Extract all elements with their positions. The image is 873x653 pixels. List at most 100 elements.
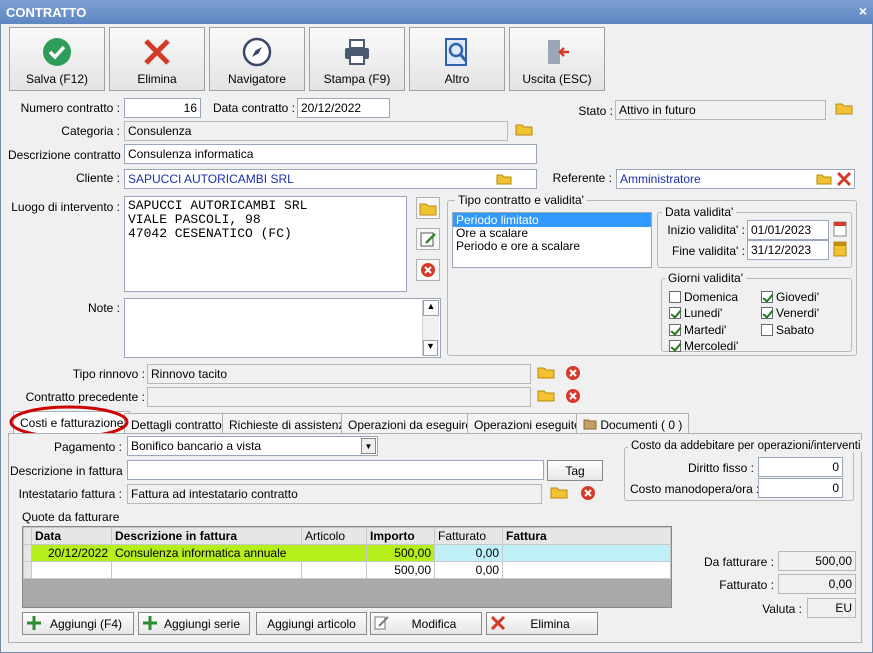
navigator-button[interactable]: Navigatore	[209, 27, 305, 91]
cliente-input[interactable]: SAPUCCI AUTORICAMBI SRL	[124, 169, 537, 189]
row-indicator	[23, 561, 32, 579]
tipo-contratto-list[interactable]: Periodo limitato Ore a scalare Periodo e…	[452, 212, 652, 268]
add-series-button[interactable]: Aggiungi serie	[138, 612, 250, 635]
x-icon	[144, 39, 170, 65]
referente-clear-button[interactable]	[836, 171, 852, 190]
inizio-input[interactable]: 01/01/2023	[747, 220, 829, 240]
manodopera-input[interactable]: 0	[758, 478, 843, 498]
desc-fattura-input[interactable]	[127, 460, 544, 480]
contratto-prec-clear-button[interactable]	[563, 386, 585, 406]
add-article-button[interactable]: Aggiungi articolo	[256, 612, 367, 635]
checkbox-lunedi[interactable]: Lunedi'	[669, 306, 722, 320]
note-textarea[interactable]: ▲ ▼	[124, 298, 441, 358]
checkbox-mercoledi[interactable]: Mercoledi'	[669, 339, 738, 353]
checkbox-venerdi[interactable]: Venerdi'	[761, 306, 819, 320]
print-button[interactable]: Stampa (F9)	[309, 27, 405, 91]
edit-button[interactable]: Modifica	[370, 612, 482, 635]
desc-fattura-label: Descrizione in fattura	[10, 464, 123, 478]
delete-row-button[interactable]: Elimina	[486, 612, 598, 635]
delete-button[interactable]: Elimina	[109, 27, 205, 91]
checkbox-checked-icon	[761, 307, 773, 319]
tab-richieste-assistenza[interactable]: Richieste di assistenza	[222, 413, 359, 434]
data-contratto-input[interactable]: 20/12/2022	[297, 98, 390, 118]
descrizione-input[interactable]: Consulenza informatica	[124, 144, 537, 164]
header-fattura[interactable]: Fattura	[502, 527, 671, 545]
numero-input[interactable]: 16	[124, 98, 201, 118]
cell-importo[interactable]: 500,00	[366, 544, 435, 562]
tab-operazioni-eseguite[interactable]: Operazioni eseguite	[467, 413, 588, 434]
remove-circle-icon	[581, 486, 595, 500]
header-fatturato[interactable]: Fatturato	[434, 527, 503, 545]
cell-fattura[interactable]	[502, 544, 671, 562]
header-data[interactable]: Data	[31, 527, 112, 545]
da-fatturare-label: Da fatturare :	[703, 555, 774, 569]
chevron-down-icon[interactable]: ▼	[361, 438, 376, 454]
remove-circle-icon	[566, 389, 580, 403]
quote-table[interactable]: Data Descrizione in fattura Articolo Imp…	[22, 526, 672, 608]
cell-fatturato[interactable]: 0,00	[434, 544, 503, 562]
numero-label: Numero contratto :	[20, 101, 120, 115]
header-importo[interactable]: Importo	[366, 527, 435, 545]
checkbox-domenica[interactable]: Domenica	[669, 290, 738, 304]
save-button[interactable]: Salva (F12)	[9, 27, 105, 91]
save-label: Salva (F12)	[25, 72, 89, 86]
inizio-calendar-button[interactable]	[833, 220, 847, 241]
tipo-rinnovo-input: Rinnovo tacito	[147, 364, 531, 384]
referente-label: Referente :	[552, 171, 612, 185]
checkbox-martedi[interactable]: Martedi'	[669, 323, 726, 337]
pagamento-select[interactable]: Bonifico bancario a vista ▼	[127, 436, 378, 456]
contratto-prec-folder-button[interactable]	[535, 387, 557, 407]
folder-icon	[537, 390, 555, 402]
scroll-up-icon[interactable]: ▲	[423, 300, 439, 316]
cell-fattura	[502, 561, 671, 579]
cliente-label: Cliente :	[75, 171, 120, 185]
tipo-rinnovo-label: Tipo rinnovo :	[72, 367, 145, 381]
tab-documenti[interactable]: Documenti ( 0 )	[576, 413, 690, 434]
other-button[interactable]: Altro	[409, 27, 505, 91]
luogo-delete-button[interactable]	[416, 259, 440, 281]
tipo-rinnovo-clear-button[interactable]	[563, 363, 585, 383]
calendar-icon	[833, 241, 847, 257]
header-articolo[interactable]: Articolo	[301, 527, 367, 545]
fine-calendar-button[interactable]	[833, 240, 847, 261]
row-indicator-header	[23, 527, 32, 545]
intestatario-folder-button[interactable]	[548, 484, 570, 504]
tab-dettagli-contratto[interactable]: Dettagli contratto	[124, 413, 229, 434]
folder-icon	[816, 174, 832, 185]
luogo-textarea[interactable]: SAPUCCI AUTORICAMBI SRL VIALE PASCOLI, 9…	[124, 196, 407, 292]
stato-folder-button[interactable]	[833, 100, 855, 120]
intestatario-clear-button[interactable]	[578, 483, 600, 503]
cell-descrizione	[111, 561, 302, 579]
diritto-input[interactable]: 0	[758, 457, 843, 477]
list-item-selected[interactable]: Periodo limitato	[453, 213, 651, 227]
list-item[interactable]: Periodo e ore a scalare	[453, 240, 651, 253]
luogo-edit-button[interactable]	[416, 228, 440, 250]
table-row[interactable]: 20/12/2022 Consulenza informatica annual…	[23, 544, 671, 562]
referente-folder-button[interactable]	[815, 172, 833, 189]
search-document-icon	[445, 38, 468, 66]
pagamento-label: Pagamento :	[53, 440, 122, 454]
fine-input[interactable]: 31/12/2023	[747, 240, 829, 260]
header-descrizione[interactable]: Descrizione in fattura	[111, 527, 302, 545]
note-scrollbar[interactable]: ▲ ▼	[422, 300, 439, 356]
add-button[interactable]: Aggiungi (F4)	[22, 612, 134, 635]
categoria-folder-button[interactable]	[513, 121, 535, 141]
checkbox-giovedi[interactable]: Giovedi'	[761, 290, 819, 304]
close-icon[interactable]: ×	[859, 3, 867, 19]
checkbox-sabato[interactable]: Sabato	[761, 323, 814, 337]
edit-icon	[374, 616, 389, 630]
row-indicator	[23, 544, 32, 562]
exit-button[interactable]: Uscita (ESC)	[509, 27, 605, 91]
delete-row-label: Elimina	[530, 617, 570, 631]
tab-operazioni-da-eseguire[interactable]: Operazioni da eseguire	[341, 413, 480, 434]
cliente-folder-button[interactable]	[495, 172, 513, 189]
scroll-down-icon[interactable]: ▼	[423, 340, 438, 356]
cell-data[interactable]: 20/12/2022	[31, 544, 112, 562]
cell-descrizione[interactable]: Consulenza informatica annuale	[111, 544, 302, 562]
data-contratto-label: Data contratto :	[212, 101, 295, 115]
luogo-open-button[interactable]	[416, 197, 440, 219]
tipo-rinnovo-folder-button[interactable]	[535, 364, 557, 384]
tag-button[interactable]: Tag	[547, 460, 603, 481]
cell-articolo[interactable]	[301, 544, 367, 562]
stato-label: Stato :	[578, 104, 613, 118]
